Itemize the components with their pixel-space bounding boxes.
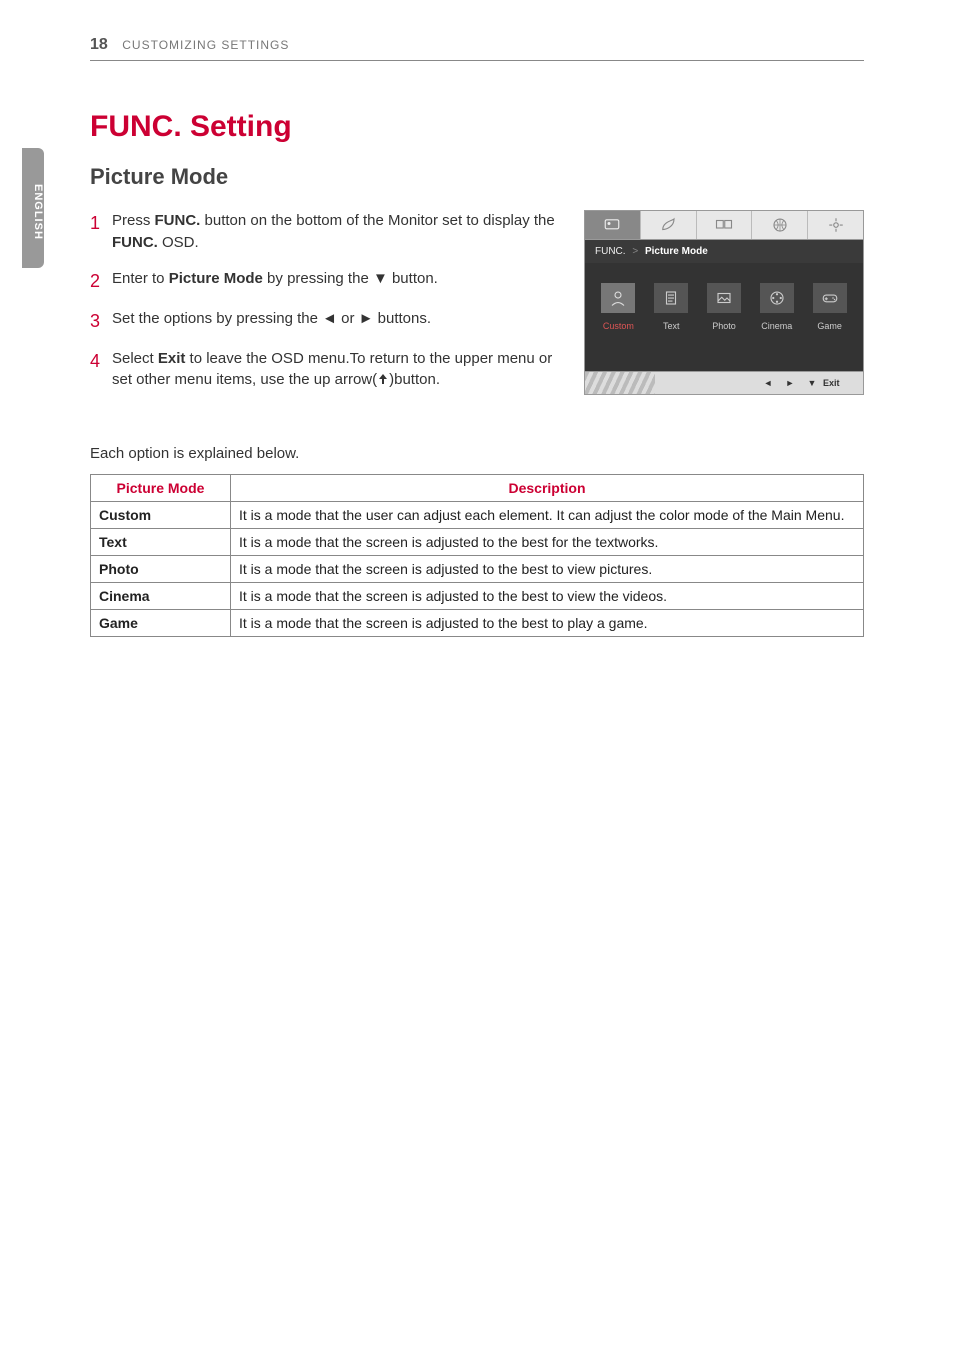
osd-option-label: Photo [712,321,736,331]
table-row: PhotoIt is a mode that the screen is adj… [91,556,864,583]
osd-footer-hatch [585,372,655,394]
osd-option-photo[interactable]: Photo [701,283,748,331]
step-fragment: Set the options by pressing the ◄ or ► b… [112,310,431,327]
step-text: Enter to Picture Mode by pressing the ▼ … [112,268,560,294]
table-header: Description [231,475,864,502]
step-bold: Picture Mode [169,270,263,287]
step-text: Select Exit to leave the OSD menu.To ret… [112,348,560,392]
osd-option-label: Custom [603,321,634,331]
osd-option-label: Cinema [761,321,792,331]
gamepad-icon [820,289,840,307]
osd-option-game[interactable]: Game [806,283,853,331]
osd-option-label: Game [817,321,842,331]
table-val: It is a mode that the screen is adjusted… [231,583,864,610]
osd-nav-down[interactable]: ▼ [801,378,823,388]
osd-panel: FUNC. > Picture Mode Custom Text [584,210,864,405]
step-number: 4 [90,348,112,392]
table-header: Picture Mode [91,475,231,502]
table-header-row: Picture Mode Description [91,475,864,502]
osd-nav-right[interactable]: ► [779,378,801,388]
osd-option-label: Text [663,321,680,331]
table-val: It is a mode that the screen is adjusted… [231,556,864,583]
osd-tab-picture-mode[interactable] [585,211,641,239]
table-key: Photo [91,556,231,583]
table-row: CinemaIt is a mode that the screen is ad… [91,583,864,610]
table-key: Text [91,529,231,556]
step-fragment: button on the bottom of the Monitor set … [200,212,554,229]
step-number: 3 [90,308,112,334]
step-fragment: Enter to [112,270,169,287]
osd-nav-left[interactable]: ◄ [757,378,779,388]
osd-nav-exit[interactable]: Exit [823,378,863,388]
page-header: 18 CUSTOMIZING SETTINGS [90,36,864,61]
breadcrumb-root: FUNC. [595,246,626,257]
options-table: Picture Mode Description CustomIt is a m… [90,474,864,637]
step-item: 3 Set the options by pressing the ◄ or ►… [90,308,560,334]
step-item: 2 Enter to Picture Mode by pressing the … [90,268,560,294]
step-bold: FUNC. [112,234,158,251]
breadcrumb-leaf: Picture Mode [645,246,708,257]
page-title: FUNC. Setting [90,110,864,144]
step-item: 1 Press FUNC. button on the bottom of th… [90,210,560,254]
explain-text: Each option is explained below. [90,445,864,462]
step-number: 1 [90,210,112,254]
osd-tab-dual-display[interactable] [697,211,753,239]
table-row: TextIt is a mode that the screen is adju… [91,529,864,556]
table-row: GameIt is a mode that the screen is adju… [91,610,864,637]
table-key: Custom [91,502,231,529]
step-bold: FUNC. [155,212,201,229]
slider-icon [827,216,845,234]
up-arrow-icon [377,373,389,385]
person-icon [609,289,627,307]
osd-tab-super-energy[interactable] [641,211,697,239]
table-row: CustomIt is a mode that the user can adj… [91,502,864,529]
osd-tab-web[interactable] [752,211,808,239]
step-text: Set the options by pressing the ◄ or ► b… [112,308,560,334]
step-item: 4 Select Exit to leave the OSD menu.To r… [90,348,560,392]
table-key: Game [91,610,231,637]
steps-list: 1 Press FUNC. button on the bottom of th… [90,210,560,391]
section-title: CUSTOMIZING SETTINGS [122,38,289,52]
osd-option-text[interactable]: Text [648,283,695,331]
table-val: It is a mode that the screen is adjusted… [231,529,864,556]
dual-monitor-icon [715,216,733,234]
osd-body: Custom Text Photo Cinema [584,263,864,371]
osd-option-custom[interactable]: Custom [595,283,642,331]
osd-footer: ◄ ► ▼ Exit [584,371,864,395]
table-val: It is a mode that the screen is adjusted… [231,610,864,637]
step-text: Press FUNC. button on the bottom of the … [112,210,560,254]
osd-option-cinema[interactable]: Cinema [753,283,800,331]
leaf-icon [659,216,677,234]
osd-tab-settings[interactable] [808,211,863,239]
table-key: Cinema [91,583,231,610]
page-subtitle: Picture Mode [90,164,864,190]
step-bold: Exit [158,350,186,367]
step-fragment: Press [112,212,155,229]
step-fragment: OSD. [158,234,199,251]
breadcrumb-sep: > [632,246,638,257]
step-number: 2 [90,268,112,294]
document-icon [662,289,680,307]
language-tab: ENGLISH [22,148,44,268]
osd-breadcrumb: FUNC. > Picture Mode [584,240,864,263]
osd-tab-row [584,210,864,240]
table-val: It is a mode that the user can adjust ea… [231,502,864,529]
globe-icon [771,216,789,234]
step-fragment: by pressing the ▼ button. [263,270,438,287]
film-reel-icon [768,289,786,307]
step-fragment: Select [112,350,158,367]
picture-mode-icon [603,216,621,234]
photo-icon [715,289,733,307]
step-fragment: )button. [389,371,440,388]
page-number: 18 [90,36,108,53]
